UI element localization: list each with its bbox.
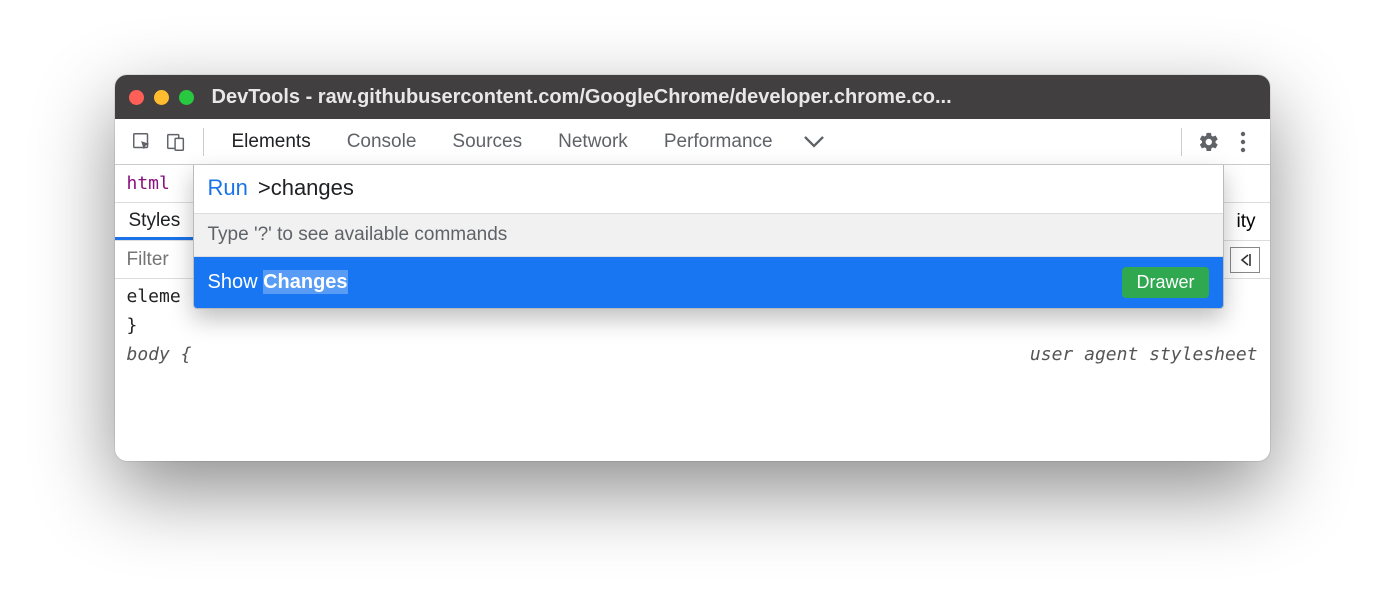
- command-input-row[interactable]: Run >changes: [194, 165, 1223, 214]
- inspect-element-icon[interactable]: [125, 125, 159, 159]
- settings-gear-icon[interactable]: [1192, 125, 1226, 159]
- tab-network[interactable]: Network: [540, 119, 646, 165]
- dom-tag: html: [127, 173, 170, 194]
- more-tabs-icon[interactable]: [791, 135, 837, 149]
- window-close-button[interactable]: [129, 90, 144, 105]
- panel-content: html Styles ity eleme } body { user agen…: [115, 165, 1270, 461]
- command-result-item[interactable]: Show Changes Drawer: [194, 257, 1223, 308]
- css-text: eleme: [127, 283, 181, 312]
- toolbar-divider: [203, 128, 204, 156]
- command-input-text: >changes: [258, 175, 354, 201]
- command-menu: Run >changes Type '?' to see available c…: [193, 165, 1224, 309]
- css-text: }: [127, 312, 138, 341]
- css-selector: body {: [127, 341, 192, 370]
- command-result-badge: Drawer: [1122, 267, 1208, 298]
- more-menu-icon[interactable]: [1226, 125, 1260, 159]
- css-origin-label: user agent stylesheet: [1030, 341, 1258, 370]
- toggle-computed-pane-icon[interactable]: [1230, 247, 1260, 273]
- tab-console[interactable]: Console: [329, 119, 435, 165]
- devtools-window: DevTools - raw.githubusercontent.com/Goo…: [115, 75, 1270, 461]
- toolbar-divider: [1181, 128, 1182, 156]
- command-prefix-label: Run: [208, 175, 248, 201]
- subtab-right-fragment[interactable]: ity: [1237, 211, 1270, 233]
- traffic-lights: [129, 90, 194, 105]
- subtab-styles[interactable]: Styles: [115, 203, 195, 240]
- tab-elements[interactable]: Elements: [214, 119, 329, 165]
- tab-performance[interactable]: Performance: [646, 119, 791, 165]
- tab-sources[interactable]: Sources: [434, 119, 540, 165]
- window-minimize-button[interactable]: [154, 90, 169, 105]
- window-title: DevTools - raw.githubusercontent.com/Goo…: [212, 86, 1256, 109]
- main-toolbar: Elements Console Sources Network Perform…: [115, 119, 1270, 165]
- titlebar: DevTools - raw.githubusercontent.com/Goo…: [115, 75, 1270, 119]
- panel-tabs: Elements Console Sources Network Perform…: [214, 119, 837, 165]
- command-hint: Type '?' to see available commands: [194, 214, 1223, 257]
- device-toolbar-icon[interactable]: [159, 125, 193, 159]
- window-zoom-button[interactable]: [179, 90, 194, 105]
- command-result-label: Show Changes: [208, 271, 348, 294]
